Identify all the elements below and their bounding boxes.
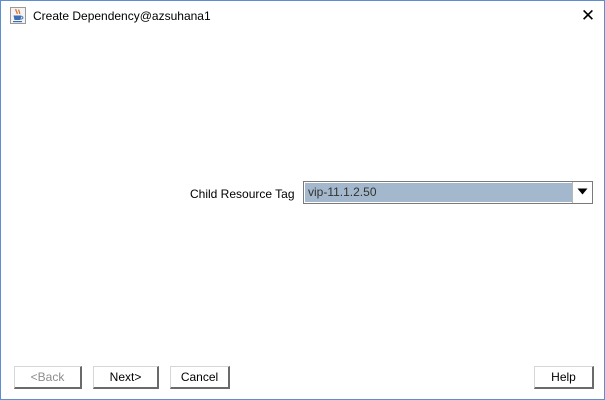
title-bar[interactable]: Create Dependency@azsuhana1 ✕ — [1, 1, 604, 31]
close-icon: ✕ — [580, 6, 596, 25]
triangle-down-icon — [577, 188, 588, 195]
cancel-button[interactable]: Cancel — [170, 366, 230, 389]
java-cup-icon — [10, 7, 26, 24]
child-resource-tag-dropdown[interactable]: vip-11.1.2.50 — [303, 181, 593, 204]
close-button[interactable]: ✕ — [573, 4, 603, 28]
dialog-content — [2, 31, 603, 399]
child-resource-tag-selected-value[interactable]: vip-11.1.2.50 — [305, 183, 573, 202]
dropdown-arrow-button[interactable] — [572, 182, 592, 203]
help-button[interactable]: Help — [534, 366, 594, 389]
dialog-window: Create Dependency@azsuhana1 ✕ Child Reso… — [0, 0, 605, 400]
next-button[interactable]: Next> — [93, 366, 159, 389]
back-button[interactable]: <Back — [14, 366, 82, 389]
window-title: Create Dependency@azsuhana1 — [33, 9, 211, 23]
child-resource-tag-label: Child Resource Tag — [190, 187, 295, 201]
